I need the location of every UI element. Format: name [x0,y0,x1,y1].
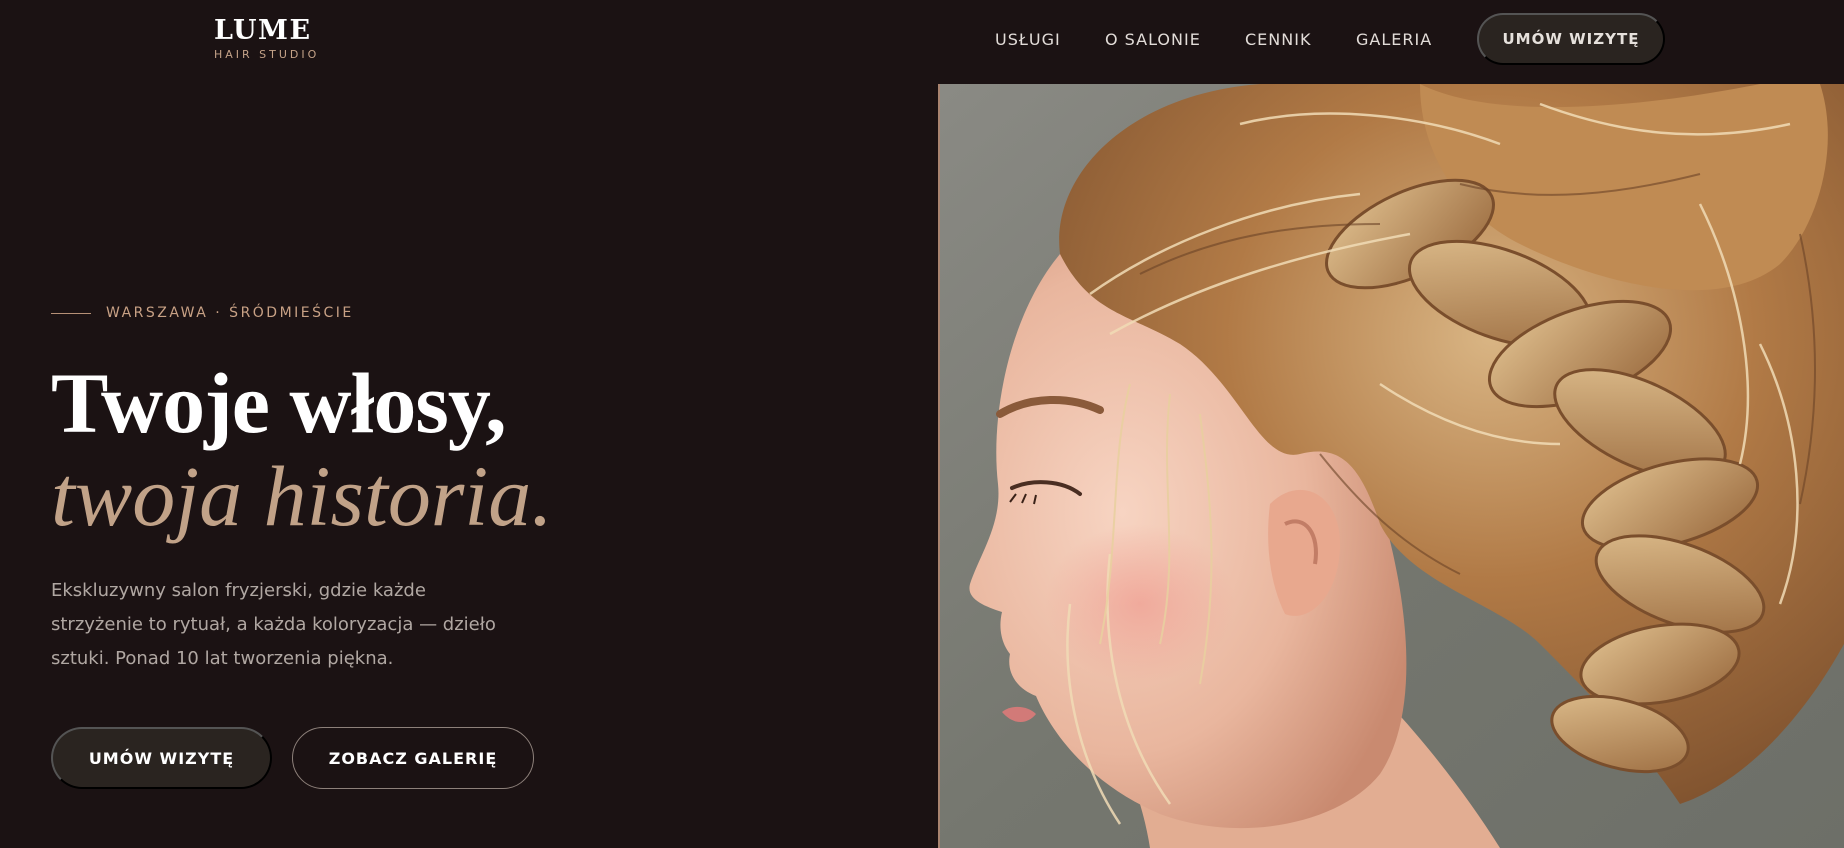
hero-book-appointment-button[interactable]: UMÓW WIZYTĘ [51,727,272,789]
nav-link-o-salonie[interactable]: O SALONIE [1105,30,1201,50]
hero-photo-illustration [940,84,1844,848]
nav-link-galeria[interactable]: GALERIA [1356,30,1432,50]
hero-view-gallery-button[interactable]: ZOBACZ GALERIĘ [292,727,534,789]
hero-description: Ekskluzywny salon fryzjerski, gdzie każd… [51,580,496,669]
top-navigation-bar: LUME HAIR STUDIO USŁUGI O SALONIE CENNIK… [0,0,1844,84]
nav-link-cennik[interactable]: CENNIK [1245,30,1311,50]
hero-location-eyebrow: WARSZAWA · ŚRÓDMIEŚCIE [106,305,354,321]
eyebrow-divider [51,313,91,314]
hero-headline: Twoje włosy, [51,355,507,451]
nav-link-uslugi[interactable]: USŁUGI [995,30,1061,50]
nav-book-appointment-button[interactable]: UMÓW WIZYTĘ [1477,13,1665,65]
hero-headline-accent: twoja historia. [51,448,553,544]
hero-photo-braided-hair [940,84,1844,848]
